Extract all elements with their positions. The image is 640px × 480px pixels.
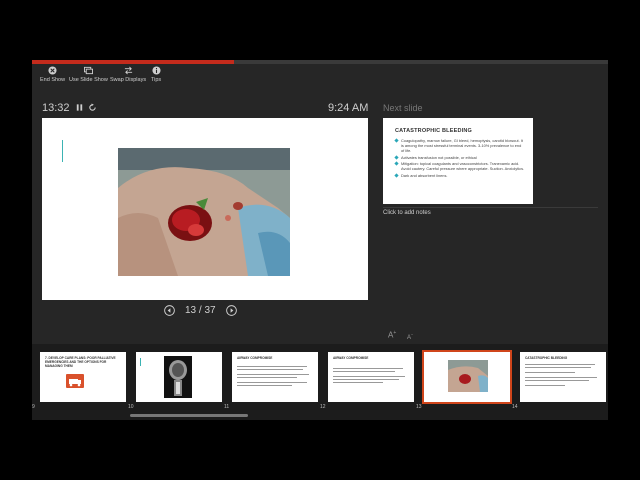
thumbnail-item[interactable]: 7. DEVELOP CARE PLANS: POOR PALLIATIVE E…: [32, 352, 126, 410]
presenter-toolbar: End Show Use Slide Show Swap Displays Ti…: [32, 66, 608, 92]
next-slide-bullet: Coagulopathy, marrow failure, GI bleed, …: [394, 138, 525, 153]
end-show-button[interactable]: End Show: [40, 66, 65, 92]
next-slide-bullet: Dark and absorbent linens.: [394, 172, 525, 178]
restart-timer-icon[interactable]: [88, 103, 97, 112]
thumbnail-text-line: [525, 372, 575, 373]
slide-navigation: 13 / 37: [164, 304, 237, 316]
thumbnail-scrollbar[interactable]: [32, 414, 608, 418]
elapsed-timer: 13:32: [42, 102, 70, 114]
thumbnail-text-line: [525, 377, 597, 378]
next-slide-preview[interactable]: CATASTROPHIC BLEEDING Coagulopathy, marr…: [383, 118, 533, 204]
neck-wound-photo: [118, 148, 290, 276]
thumbnail-item[interactable]: AIRWAY COMPROMISE 11: [224, 352, 318, 410]
diamond-bullet-icon: [394, 138, 399, 143]
slide-thumbnail[interactable]: AIRWAY COMPROMISE: [328, 352, 414, 402]
use-slide-show-label: Use Slide Show: [69, 77, 108, 83]
slide-thumbnail[interactable]: [136, 352, 222, 402]
thumbnail-text-line: [333, 382, 383, 383]
slide-accent-line: [62, 140, 63, 162]
slide-thumbnail-strip: 7. DEVELOP CARE PLANS: POOR PALLIATIVE E…: [32, 344, 608, 420]
thumbnail-text-line: [237, 385, 292, 386]
swap-displays-label: Swap Displays: [110, 77, 147, 83]
thumbnail-text-line: [525, 385, 565, 386]
tips-label: Tips: [151, 77, 162, 83]
presentation-progress-bar: [32, 60, 608, 64]
thumbnail-text-line: [237, 366, 307, 367]
thumbnail-number: 14: [512, 404, 518, 410]
thumbnail-text-line: [333, 371, 395, 372]
ambulance-icon: [66, 374, 84, 388]
thumbnail-text-line: [525, 380, 589, 381]
end-show-label: End Show: [40, 77, 66, 83]
thumbnail-number: 13: [416, 404, 422, 410]
slide-photo: [118, 148, 290, 276]
speaker-notes[interactable]: Click to add notes: [383, 210, 431, 216]
thumbnail-text-line: [525, 364, 595, 365]
thumbnail-item[interactable]: CATASTROPHIC BLEEDING 14: [512, 352, 606, 410]
thumbnail-text-line: [525, 367, 591, 368]
next-slide-label: Next slide: [383, 103, 423, 113]
slide-thumbnail-selected[interactable]: [422, 350, 512, 404]
swap-arrows-icon: [124, 66, 132, 75]
thumbnail-text-line: [237, 374, 309, 375]
presentation-progress-fill: [32, 60, 235, 64]
next-slide-bullet: Activates transfusion not possible, or e…: [394, 154, 525, 160]
next-slide-bullet: Mitigation: topical coagulants and vasoc…: [394, 161, 525, 171]
info-icon: [152, 66, 161, 75]
thumbnail-text-line: [333, 368, 403, 369]
increase-font-button[interactable]: A+: [388, 330, 396, 340]
thumbnail-number: 12: [320, 404, 326, 410]
thumbnail-item[interactable]: 10: [128, 352, 222, 410]
next-slide-icon[interactable]: [225, 304, 237, 316]
slide-thumbnail[interactable]: 7. DEVELOP CARE PLANS: POOR PALLIATIVE E…: [40, 352, 126, 402]
neck-wound-photo: [448, 360, 488, 392]
slide-counter[interactable]: 13 / 37: [185, 305, 216, 316]
next-slide-title: CATASTROPHIC BLEEDING: [395, 128, 473, 134]
current-slide[interactable]: [42, 118, 368, 300]
thumbnail-text-line: [333, 379, 399, 380]
presenter-view: End Show Use Slide Show Swap Displays Ti…: [32, 60, 608, 420]
thumbnail-text-line: [237, 382, 307, 383]
previous-slide-icon[interactable]: [164, 304, 175, 316]
slide-accent-line: [140, 358, 141, 366]
current-time: 9:24 AM: [328, 102, 369, 114]
thumbnail-text-line: [333, 376, 405, 377]
use-slide-show-button[interactable]: Use Slide Show: [69, 66, 108, 92]
swap-displays-button[interactable]: Swap Displays: [110, 66, 146, 92]
diamond-bullet-icon: [394, 172, 399, 178]
thumbnail-item[interactable]: 13: [416, 350, 512, 410]
close-circle-icon: [48, 66, 57, 75]
diamond-bullet-icon: [394, 161, 399, 166]
slide-show-icon: [83, 66, 93, 75]
diamond-bullet-icon: [394, 154, 399, 160]
thumbnail-text-line: [237, 369, 303, 370]
decrease-font-button[interactable]: A−: [407, 332, 413, 341]
thumbnail-number: 9: [32, 404, 35, 410]
tips-button[interactable]: Tips: [151, 66, 161, 92]
pause-icon[interactable]: [75, 103, 84, 112]
thumbnail-item[interactable]: AIRWAY COMPROMISE 12: [320, 352, 414, 410]
notes-divider[interactable]: [383, 207, 598, 208]
slide-thumbnail[interactable]: AIRWAY COMPROMISE: [232, 352, 318, 402]
thumbnail-scrollbar-thumb[interactable]: [130, 414, 248, 417]
slide-thumbnail[interactable]: CATASTROPHIC BLEEDING: [520, 352, 606, 402]
ct-scan-image: [164, 356, 192, 398]
thumbnail-number: 10: [128, 404, 134, 410]
thumbnail-text-line: [237, 377, 297, 378]
thumbnail-number: 11: [224, 404, 230, 410]
